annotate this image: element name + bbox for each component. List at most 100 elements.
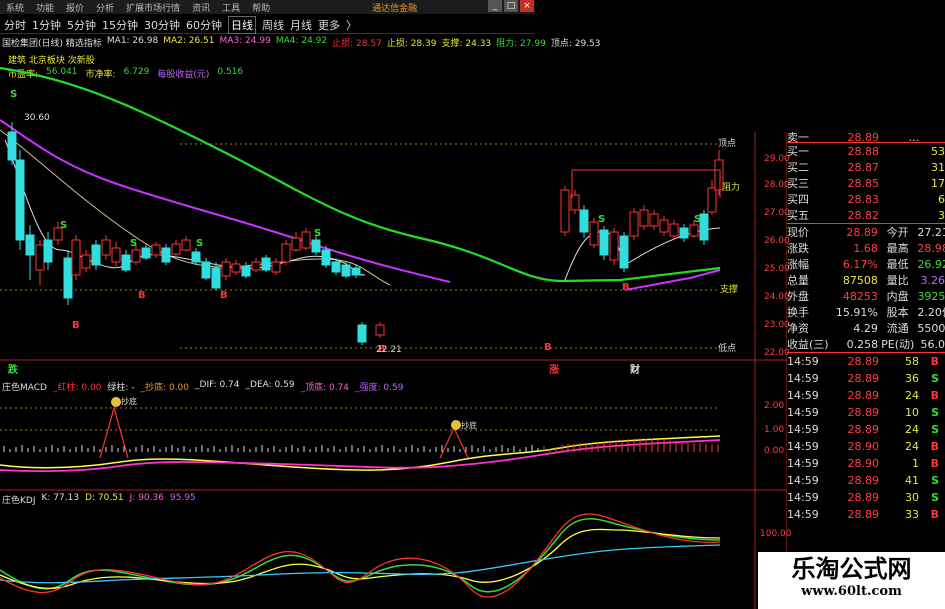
candle-body (261, 257, 271, 271)
tick-volume: 33 (905, 508, 919, 521)
tick-price: 28.89 (847, 474, 880, 487)
stat-value: 3.26 (920, 273, 945, 287)
candle-body (679, 227, 689, 239)
high-price-label: 30.60 (24, 113, 50, 123)
stat-value: 26.92 (917, 257, 945, 271)
stat-label: 内盘 (886, 290, 909, 303)
quote-volume: ... (908, 132, 920, 142)
info-value: _DEA: 0.59 (245, 380, 295, 390)
tick-side: S (931, 372, 939, 385)
candle-body (560, 189, 570, 233)
bid-row: 买三 28.85 17 (787, 175, 945, 191)
candle-body (649, 213, 659, 227)
info-value: 95.95 (169, 493, 196, 503)
buy-signal-marker: B (220, 290, 228, 301)
stat-label: 最低 (886, 258, 909, 271)
stat-row: 外盘 48253 内盘 39254 (787, 288, 945, 304)
buy-signal-marker: B (622, 282, 630, 293)
tick-row: 14:59 28.89 41 S (787, 472, 945, 489)
buy-signal-marker: B (544, 342, 552, 353)
tick-price: 28.90 (847, 457, 880, 470)
candle-body (101, 239, 111, 256)
info-value: J: 90.36 (129, 493, 164, 503)
tick-time: 14:59 (787, 389, 819, 402)
tick-row: 14:59 28.89 24 S (787, 421, 945, 438)
macd-dif-line (0, 435, 721, 471)
candle-body (659, 219, 669, 233)
kdj-extra-line (0, 513, 721, 598)
info-value: _抄底: 0.00 (140, 383, 190, 393)
tick-volume: 41 (905, 474, 919, 487)
bid-price: 28.83 (847, 192, 880, 206)
bid-price: 28.82 (847, 208, 880, 222)
sell-signal-marker: S (196, 238, 203, 249)
candle-body (639, 209, 649, 227)
stat-row: 总量 87508 量比 3.26 (787, 272, 945, 288)
candle-body (619, 235, 629, 269)
ma-white-line (4, 139, 366, 276)
candle-body (629, 211, 639, 237)
stat-value: 15.91% (835, 305, 878, 319)
info-value: 庄色KDJ (2, 496, 36, 506)
bid-volume: 31 (931, 160, 945, 174)
info-value: _强度: 0.59 (355, 383, 404, 393)
kline-chart[interactable]: SSS SSS SBB BB BB30.6022.21顶点阻力支撑低点跌涨财抄底抄底 (0, 0, 787, 609)
tick-price: 28.89 (847, 372, 880, 385)
candle-body (141, 247, 151, 259)
candle-body (321, 249, 331, 266)
candle-body (311, 239, 321, 253)
tick-row: 14:59 28.89 30 S (787, 489, 945, 506)
tick-price: 28.90 (847, 440, 880, 453)
tick-volume: 24 (905, 389, 919, 402)
tick-time: 14:59 (787, 423, 819, 436)
candle-body (351, 267, 361, 276)
stat-label: 今开 (886, 226, 909, 239)
bid-price: 28.85 (847, 176, 880, 190)
sell-signal-marker: S (314, 228, 321, 239)
tick-price: 28.89 (847, 389, 880, 402)
info-value: D: 70.51 (85, 493, 124, 503)
candle-body (161, 247, 171, 263)
info-value: _红柱: 0.00 (52, 383, 102, 393)
bid-row: 买四 28.83 6 (787, 191, 945, 207)
candle-body (151, 244, 161, 256)
buy-signal-marker: B (138, 290, 146, 301)
top-point-label: 顶点 (718, 138, 736, 149)
sell-signal-marker: S (10, 89, 17, 100)
stat-label: PE(动) (881, 338, 915, 351)
candle-body (231, 263, 241, 273)
bid-label: 买三 (787, 177, 809, 190)
stat-label: 股本 (886, 306, 909, 319)
tick-row: 14:59 28.89 33 B (787, 506, 945, 523)
sell-signal-marker: S (598, 214, 605, 225)
watermark: 乐淘公式网 www.60lt.com (758, 552, 945, 609)
info-value: K: 77.13 (41, 493, 80, 503)
tick-row: 14:59 28.89 24 B (787, 387, 945, 404)
tick-row: 14:59 28.90 24 B (787, 438, 945, 455)
tick-side: B (930, 355, 939, 368)
kdj-indicator-header: 庄色KDJ K: 77.13 D: 70.51 J: 90.36 95.95 (2, 493, 196, 506)
candle-body (707, 187, 717, 213)
stat-label: 流通 (886, 322, 909, 335)
watermark-url: www.60lt.com (801, 584, 902, 599)
tick-row: 14:59 28.89 36 S (787, 370, 945, 387)
candle-body (91, 244, 101, 266)
tick-time: 14:59 (787, 406, 819, 419)
tick-time: 14:59 (787, 474, 819, 487)
stat-row: 收益(三) 0.258 PE(动) 56.0 (787, 336, 945, 352)
tick-side: B (930, 457, 939, 470)
stat-value: 6.17% (842, 257, 878, 271)
bid-label: 买一 (787, 145, 809, 158)
tick-price: 28.89 (847, 406, 880, 419)
tick-volume: 24 (905, 440, 919, 453)
tick-time: 14:59 (787, 372, 819, 385)
tick-side: B (930, 389, 939, 402)
sell-signal-marker: S (60, 220, 67, 231)
candle-body (63, 257, 73, 299)
tick-volume: 1 (912, 457, 919, 470)
candle-body (181, 239, 191, 251)
candle-body (689, 224, 699, 237)
tick-side: B (930, 440, 939, 453)
stat-row: 换手 15.91% 股本 2.20亿 (787, 304, 945, 320)
macd-spike (439, 426, 469, 459)
